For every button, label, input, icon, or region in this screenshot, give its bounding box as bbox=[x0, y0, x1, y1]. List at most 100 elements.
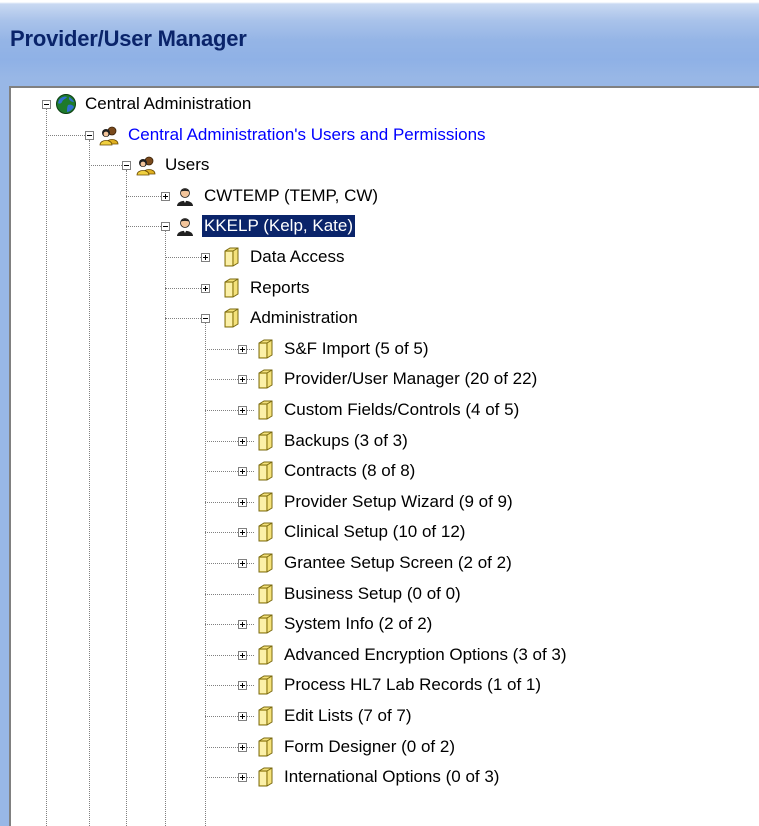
tree-node-permission-folder[interactable]: Grantee Setup Screen (2 of 2) bbox=[254, 550, 514, 576]
plus-icon bbox=[242, 561, 243, 566]
tree-node-label: Central Administration's Users and Permi… bbox=[128, 124, 486, 144]
tree-connector-line bbox=[247, 624, 254, 626]
tree-node-permission-folder[interactable]: Process HL7 Lab Records (1 of 1) bbox=[254, 672, 543, 698]
tree-node-permission-folder[interactable]: Edit Lists (7 of 7) bbox=[254, 703, 414, 729]
expand-toggle[interactable] bbox=[238, 712, 247, 721]
expand-toggle[interactable] bbox=[238, 467, 247, 477]
tree-connector-line bbox=[247, 654, 254, 657]
tree-connector-line bbox=[247, 563, 254, 565]
tree-node-label: S&F Import (5 of 5) bbox=[284, 338, 429, 358]
expand-toggle[interactable] bbox=[161, 191, 170, 201]
tree-node-folder[interactable]: Data Access bbox=[220, 244, 347, 270]
tree-connector-line bbox=[247, 348, 254, 351]
tree-connector-line bbox=[165, 231, 167, 826]
tree-connector-line bbox=[247, 532, 254, 534]
plus-icon bbox=[242, 744, 243, 750]
plus-icon bbox=[242, 622, 243, 628]
expand-toggle[interactable] bbox=[238, 681, 247, 691]
tree-connector-line bbox=[205, 654, 238, 657]
tree-node-label: Provider/User Manager (20 of 22) bbox=[284, 369, 538, 389]
tree-node-label: Business Setup (0 of 0) bbox=[284, 583, 461, 603]
tree-node-label: Data Access bbox=[250, 247, 345, 266]
tree-node-label: Form Designer (0 of 2) bbox=[284, 736, 455, 756]
collapse-toggle[interactable] bbox=[42, 100, 51, 109]
tree-connector-line bbox=[165, 287, 201, 290]
expand-toggle[interactable] bbox=[238, 742, 247, 752]
tree-view[interactable]: Central Administration Central Administra… bbox=[11, 88, 759, 826]
tree-connector-line bbox=[46, 134, 85, 137]
tree-connector-line bbox=[247, 716, 254, 718]
tree-node-permission-folder[interactable]: Custom Fields/Controls (4 of 5) bbox=[254, 397, 521, 423]
tree-node-label: Provider Setup Wizard (9 of 9) bbox=[284, 491, 513, 511]
tree-connector-line bbox=[89, 139, 91, 826]
expand-toggle[interactable] bbox=[238, 559, 247, 568]
tree-node-permission-folder[interactable]: International Options (0 of 3) bbox=[254, 764, 501, 790]
tree-node-permission-folder[interactable]: Form Designer (0 of 2) bbox=[254, 734, 457, 760]
tree-node-permission-folder[interactable]: S&F Import (5 of 5) bbox=[254, 336, 431, 362]
collapse-toggle[interactable] bbox=[85, 130, 94, 140]
tree-node-folder[interactable]: Administration bbox=[220, 305, 360, 331]
tree-node-users-and-permissions[interactable]: Central Administration's Users and Permi… bbox=[98, 122, 488, 148]
collapse-toggle[interactable] bbox=[161, 222, 170, 232]
expand-toggle[interactable] bbox=[238, 497, 247, 507]
tree-node-permission-folder[interactable]: System Info (2 of 2) bbox=[254, 611, 434, 637]
plus-icon bbox=[242, 499, 243, 505]
expand-toggle[interactable] bbox=[238, 528, 247, 538]
tree-connector-line bbox=[247, 379, 254, 381]
tree-node-root[interactable]: Central Administration bbox=[55, 91, 253, 117]
plus-icon bbox=[242, 530, 243, 536]
tree-connector-line bbox=[205, 501, 238, 504]
folder-icon bbox=[258, 553, 273, 573]
plus-icon bbox=[242, 346, 243, 352]
tree-connector-line bbox=[247, 501, 254, 504]
tree-node-label: Contracts (8 of 8) bbox=[284, 461, 416, 481]
tree-node-label: Grantee Setup Screen (2 of 2) bbox=[284, 553, 512, 572]
tree-connector-line bbox=[247, 685, 254, 687]
tree-node-permission-folder[interactable]: Provider Setup Wizard (9 of 9) bbox=[254, 489, 515, 515]
tree-connector-line bbox=[247, 777, 254, 779]
tree-node-permission-folder[interactable]: Provider/User Manager (20 of 22) bbox=[254, 366, 539, 392]
tree-connector-line bbox=[205, 323, 207, 826]
tree-node-permission-folder[interactable]: Backups (3 of 3) bbox=[254, 428, 410, 454]
tree-connector-line bbox=[126, 195, 161, 198]
folder-icon bbox=[224, 308, 239, 328]
window-titlebar: Provider/User Manager bbox=[0, 0, 759, 78]
users-group-icon bbox=[136, 156, 156, 176]
collapse-toggle[interactable] bbox=[122, 161, 131, 171]
tree-node-label: System Info (2 of 2) bbox=[284, 614, 433, 634]
folder-icon bbox=[258, 522, 273, 542]
user-icon bbox=[176, 218, 194, 237]
expand-toggle[interactable] bbox=[201, 283, 210, 293]
expand-toggle[interactable] bbox=[238, 773, 247, 783]
tree-node-permission-folder[interactable]: Advanced Encryption Options (3 of 3) bbox=[254, 642, 569, 668]
plus-icon bbox=[242, 408, 243, 413]
plus-icon bbox=[242, 377, 243, 383]
plus-icon bbox=[242, 714, 243, 719]
tree-node-label: Users bbox=[165, 155, 210, 175]
folder-icon bbox=[258, 339, 273, 359]
tree-node-permission-folder[interactable]: Business Setup (0 of 0) bbox=[254, 581, 463, 607]
tree-node-users[interactable]: Users bbox=[135, 152, 211, 178]
tree-node-user[interactable]: KKELP (Kelp, Kate) bbox=[174, 213, 356, 239]
tree-node-user[interactable]: CWTEMP (TEMP, CW) bbox=[174, 183, 380, 209]
collapse-toggle[interactable] bbox=[201, 314, 210, 324]
tree-connector-line bbox=[247, 746, 254, 749]
expand-toggle[interactable] bbox=[238, 620, 247, 630]
expand-toggle[interactable] bbox=[201, 253, 210, 262]
expand-toggle[interactable] bbox=[238, 436, 247, 446]
expand-toggle[interactable] bbox=[238, 406, 247, 415]
folder-icon bbox=[258, 645, 273, 665]
tree-node-label: Central Administration bbox=[85, 94, 252, 113]
folder-icon bbox=[258, 584, 273, 604]
expand-toggle[interactable] bbox=[238, 650, 247, 660]
window-title: Provider/User Manager bbox=[10, 26, 247, 51]
folder-icon bbox=[258, 492, 273, 512]
tree-node-permission-folder[interactable]: Contracts (8 of 8) bbox=[254, 458, 417, 484]
expand-toggle[interactable] bbox=[238, 344, 247, 354]
tree-connector-line bbox=[247, 593, 254, 596]
tree-connector-line bbox=[247, 410, 254, 412]
tree-node-permission-folder[interactable]: Clinical Setup (10 of 12) bbox=[254, 519, 467, 545]
tree-node-folder[interactable]: Reports bbox=[220, 275, 312, 301]
expand-toggle[interactable] bbox=[238, 375, 247, 385]
tree-connector-line bbox=[205, 716, 238, 718]
